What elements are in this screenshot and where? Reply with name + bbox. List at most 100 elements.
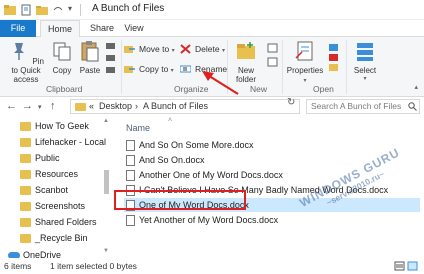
ribbon: Pin to Quick access Copy Paste Clipboard… <box>0 37 424 97</box>
nav-item-shared-folders[interactable]: Shared Folders <box>20 216 97 229</box>
document-icon <box>126 155 135 166</box>
new-folder-quick-icon[interactable] <box>36 4 48 16</box>
properties-quick-icon[interactable] <box>20 4 32 16</box>
tab-share[interactable]: Share <box>84 20 120 37</box>
tab-file[interactable]: File <box>0 20 36 37</box>
rename-button[interactable]: Rename <box>180 62 227 76</box>
clipboard-small-icons[interactable] <box>104 41 118 77</box>
nav-item-screenshots[interactable]: Screenshots <box>20 200 85 213</box>
rename-icon <box>180 65 191 73</box>
open-group-label: Open <box>313 84 334 94</box>
nav-item-resources[interactable]: Resources <box>20 168 78 181</box>
forward-arrow-icon[interactable]: → <box>22 100 33 112</box>
sort-ascending-icon: ˄ <box>168 117 173 124</box>
select-caret: ▾ <box>363 76 367 82</box>
pin-icon <box>14 43 25 60</box>
view-toggle-icons[interactable] <box>394 261 418 271</box>
paste-button[interactable]: Paste <box>77 40 103 75</box>
breadcrumb-desktop[interactable]: Desktop <box>99 101 132 111</box>
window-title: A Bunch of Files <box>92 3 165 14</box>
new-item-icons[interactable] <box>266 43 280 71</box>
folder-icon <box>20 186 31 195</box>
scrollbar-thumb[interactable] <box>104 170 109 194</box>
undo-icon[interactable] <box>52 4 64 16</box>
tab-view[interactable]: View <box>120 20 148 37</box>
nav-item-recycle-bin[interactable]: _Recycle Bin <box>20 232 88 245</box>
file-row[interactable]: And So On Some More.docx <box>124 138 420 152</box>
document-icon <box>126 140 135 151</box>
refresh-icon[interactable]: ↻ <box>287 97 295 108</box>
up-arrow-icon[interactable]: ↑ <box>50 100 56 112</box>
folder-icon <box>20 138 31 147</box>
address-overflow[interactable]: « <box>89 101 94 111</box>
nav-item-scanbot[interactable]: Scanbot <box>20 184 68 197</box>
select-icon <box>357 43 373 61</box>
scroll-up-icon[interactable]: ▲ <box>103 118 109 124</box>
group-separator <box>282 40 283 94</box>
scroll-down-icon[interactable]: ▼ <box>103 248 109 254</box>
title-bar: ▾ A Bunch of Files <box>0 0 424 20</box>
address-folder-icon <box>75 103 86 111</box>
column-header-name[interactable]: Name <box>126 123 150 133</box>
folder-icon <box>20 218 31 227</box>
copy-to-icon <box>124 66 135 73</box>
nav-item-label: Public <box>35 153 60 163</box>
nav-scrollbar[interactable]: ▲ ▼ <box>103 118 110 260</box>
title-separator <box>80 4 81 16</box>
paste-label: Paste <box>79 66 101 75</box>
search-icon[interactable] <box>408 102 417 111</box>
delete-icon <box>180 44 191 54</box>
folder-icon <box>20 154 31 163</box>
organize-group-label: Organize <box>174 84 209 94</box>
file-row[interactable]: Yet Another of My Word Docs.docx <box>124 213 420 227</box>
new-folder-icon <box>237 42 255 59</box>
selection-status: 1 item selected 0 bytes <box>50 261 137 271</box>
breadcrumb-current[interactable]: A Bunch of Files <box>143 101 208 111</box>
copy-to-button[interactable]: Copy to ▾ <box>124 62 174 76</box>
properties-button[interactable]: Properties ▾ <box>285 40 325 86</box>
select-button[interactable]: Select ▾ <box>350 40 380 84</box>
ribbon-tabs: File Home Share View <box>0 20 424 38</box>
collapse-ribbon-icon[interactable]: ▴ <box>414 83 418 91</box>
recent-locations-icon[interactable]: ▾ <box>38 103 42 111</box>
nav-item-lifehacker[interactable]: Lifehacker - Local <box>20 136 106 149</box>
delete-button[interactable]: Delete ▾ <box>180 42 225 56</box>
nav-item-label: Shared Folders <box>35 217 97 227</box>
folder-icon <box>20 170 31 179</box>
move-to-label: Move to <box>139 44 170 54</box>
pin-to-quick-access-button[interactable]: Pin to Quick access <box>4 40 48 84</box>
nav-item-public[interactable]: Public <box>20 152 60 165</box>
group-separator <box>121 40 122 94</box>
items-count: 6 items <box>4 261 32 271</box>
nav-item-label: _Recycle Bin <box>35 233 88 243</box>
quick-access-dropdown[interactable]: ▾ <box>68 4 72 13</box>
document-icon <box>126 215 135 226</box>
nav-item-how-to-geek[interactable]: How To Geek <box>20 120 89 133</box>
status-bar: 6 items 1 item selected 0 bytes <box>0 258 424 274</box>
new-group-label: New <box>250 84 268 94</box>
new-folder-button[interactable]: New folder <box>230 40 262 84</box>
tab-home[interactable]: Home <box>40 20 80 38</box>
selection-highlight-box <box>114 190 246 210</box>
move-to-button[interactable]: Move to ▾ <box>124 42 175 56</box>
paste-icon <box>81 41 99 62</box>
copy-to-label: Copy to <box>139 64 169 74</box>
address-bar[interactable]: « Desktop › A Bunch of Files ▾ <box>70 99 345 114</box>
file-name: And So On Some More.docx <box>139 140 254 150</box>
open-item-icons[interactable] <box>328 43 340 73</box>
nav-item-label: Lifehacker - Local <box>35 137 107 147</box>
properties-label: Properties <box>286 66 324 75</box>
group-separator <box>346 40 347 94</box>
rename-label: Rename <box>195 64 228 74</box>
clipboard-group-label: Clipboard <box>46 84 83 94</box>
group-separator <box>227 40 228 94</box>
copy-icon <box>53 42 71 61</box>
breadcrumb-separator[interactable]: › <box>135 101 138 111</box>
nav-item-label: How To Geek <box>35 121 89 131</box>
copy-button[interactable]: Copy <box>50 40 74 75</box>
search-input[interactable]: Search A Bunch of Files <box>306 99 420 114</box>
back-arrow-icon[interactable]: ← <box>6 100 17 112</box>
move-to-icon <box>124 46 135 53</box>
file-name: And So On.docx <box>139 155 205 165</box>
nav-item-label: Screenshots <box>35 201 86 211</box>
